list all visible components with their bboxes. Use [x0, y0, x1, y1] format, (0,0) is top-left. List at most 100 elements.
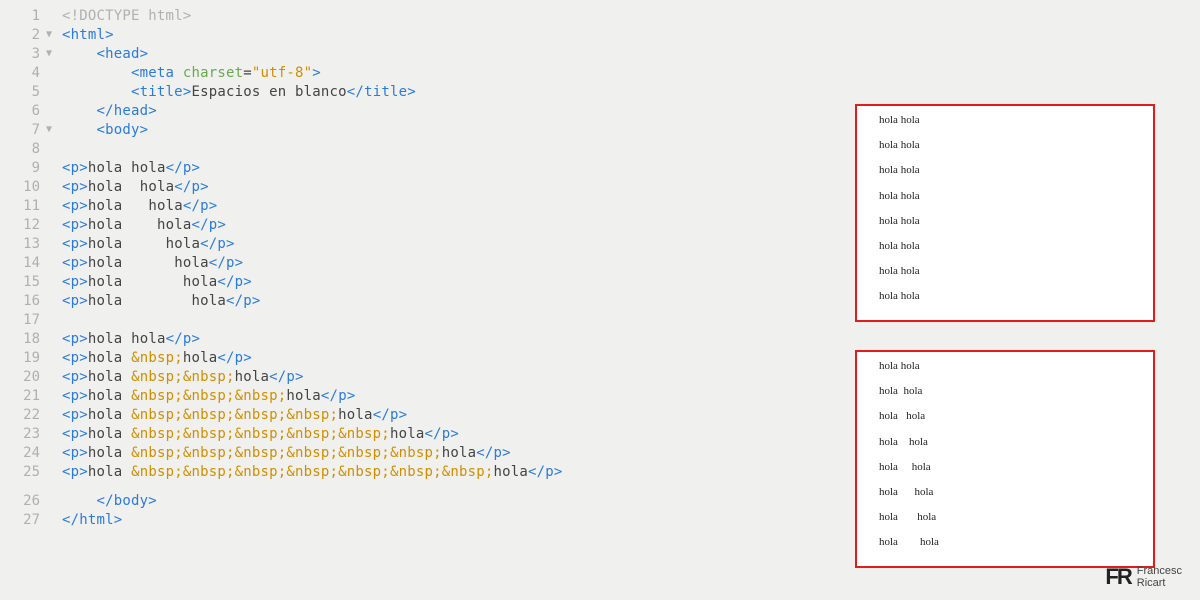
- code-line[interactable]: 11 <p>hola hola</p>: [0, 198, 720, 217]
- code-line[interactable]: 25<p>hola &nbsp;&nbsp;&nbsp;&nbsp;&nbsp;…: [0, 464, 720, 483]
- code-line[interactable]: 1<!DOCTYPE html>: [0, 8, 720, 27]
- code-line[interactable]: 9 <p>hola hola</p>: [0, 160, 720, 179]
- line-number: 2: [0, 27, 46, 43]
- code-line[interactable]: 4 <meta charset="utf-8">: [0, 65, 720, 84]
- rendered-paragraph: hola hola: [879, 114, 1139, 127]
- line-number: 12: [0, 217, 46, 233]
- fold-marker: [46, 369, 62, 371]
- fold-marker: [46, 198, 62, 200]
- code-content[interactable]: <!DOCTYPE html>: [62, 8, 191, 24]
- rendered-paragraph: hola hola: [879, 215, 1139, 228]
- rendered-paragraph: hola hola: [879, 164, 1139, 177]
- fold-marker: [46, 103, 62, 105]
- fold-marker[interactable]: ▼: [46, 27, 62, 40]
- line-number: 9: [0, 160, 46, 176]
- line-number: 7: [0, 122, 46, 138]
- fold-marker: [46, 388, 62, 390]
- code-line[interactable]: 3▼ <head>: [0, 46, 720, 65]
- fold-marker: [46, 445, 62, 447]
- code-line[interactable]: 8: [0, 141, 720, 160]
- code-line[interactable]: 22<p>hola &nbsp;&nbsp;&nbsp;&nbsp;hola</…: [0, 407, 720, 426]
- line-number: 20: [0, 369, 46, 385]
- code-content[interactable]: <p>hola hola</p>: [62, 274, 252, 290]
- code-line[interactable]: 26 </body>: [0, 493, 720, 512]
- fold-marker: [46, 236, 62, 238]
- line-number: 11: [0, 198, 46, 214]
- code-line[interactable]: 5 <title>Espacios en blanco</title>: [0, 84, 720, 103]
- code-line[interactable]: 17: [0, 312, 720, 331]
- code-line[interactable]: 19 <p>hola &nbsp;hola</p>: [0, 350, 720, 369]
- code-content[interactable]: <html>: [62, 27, 114, 43]
- code-line[interactable]: 14 <p>hola hola</p>: [0, 255, 720, 274]
- code-line[interactable]: 13<p>hola hola</p>: [0, 236, 720, 255]
- logo-mark: FR: [1105, 564, 1130, 590]
- code-line[interactable]: 6 </head>: [0, 103, 720, 122]
- rendered-paragraph: hola hola: [879, 360, 1139, 373]
- line-number: 27: [0, 512, 46, 528]
- code-content[interactable]: <title>Espacios en blanco</title>: [62, 84, 416, 100]
- fold-marker: [46, 141, 62, 143]
- fold-marker: [46, 407, 62, 409]
- fold-marker: [46, 464, 62, 466]
- line-number: 19: [0, 350, 46, 366]
- code-line[interactable]: 24 <p>hola &nbsp;&nbsp;&nbsp;&nbsp;&nbsp;…: [0, 445, 720, 464]
- code-content[interactable]: <p>hola hola</p>: [62, 331, 200, 347]
- rendered-paragraph: hola hola: [879, 511, 1139, 524]
- line-number: 15: [0, 274, 46, 290]
- rendered-paragraph: hola hola: [879, 240, 1139, 253]
- line-number: 24: [0, 445, 46, 461]
- code-content[interactable]: <p>hola hola</p>: [62, 198, 217, 214]
- code-line[interactable]: 15 <p>hola hola</p>: [0, 274, 720, 293]
- code-content[interactable]: <p>hola hola</p>: [62, 293, 261, 309]
- code-line[interactable]: 7▼ <body>: [0, 122, 720, 141]
- line-number: 16: [0, 293, 46, 309]
- code-line[interactable]: 27 </html>: [0, 512, 720, 531]
- line-number: 17: [0, 312, 46, 328]
- rendered-paragraph: hola hola: [879, 385, 1139, 398]
- code-line[interactable]: 20 <p>hola &nbsp;&nbsp;hola</p>: [0, 369, 720, 388]
- fold-marker: [46, 350, 62, 352]
- line-number: 4: [0, 65, 46, 81]
- rendered-paragraph: hola hola: [879, 486, 1139, 499]
- code-content[interactable]: <p>hola hola</p>: [62, 179, 209, 195]
- code-content[interactable]: <p>hola &nbsp;&nbsp;&nbsp;hola</p>: [62, 388, 355, 404]
- fold-marker: [46, 179, 62, 181]
- code-content[interactable]: <p>hola hola</p>: [62, 236, 235, 252]
- code-content[interactable]: <p>hola &nbsp;&nbsp;&nbsp;&nbsp;&nbsp;ho…: [62, 426, 459, 442]
- code-content[interactable]: <p>hola hola</p>: [62, 255, 243, 271]
- line-number: 10: [0, 179, 46, 195]
- code-content[interactable]: <p>hola &nbsp;&nbsp;&nbsp;&nbsp;hola</p>: [62, 407, 407, 423]
- code-content[interactable]: <p>hola &nbsp;&nbsp;&nbsp;&nbsp;&nbsp;&n…: [62, 464, 563, 480]
- code-content[interactable]: <p>hola &nbsp;&nbsp;hola</p>: [62, 369, 304, 385]
- line-number: 8: [0, 141, 46, 157]
- code-content[interactable]: </head>: [62, 103, 157, 119]
- code-line[interactable]: 10 <p>hola hola</p>: [0, 179, 720, 198]
- code-line[interactable]: 23<p>hola &nbsp;&nbsp;&nbsp;&nbsp;&nbsp;…: [0, 426, 720, 445]
- code-line[interactable]: 16 <p>hola hola</p>: [0, 293, 720, 312]
- code-content[interactable]: <p>hola hola</p>: [62, 217, 226, 233]
- rendered-paragraph: hola hola: [879, 461, 1139, 474]
- code-content[interactable]: </html>: [62, 512, 122, 528]
- line-number: 14: [0, 255, 46, 271]
- code-content[interactable]: <body>: [62, 122, 148, 138]
- code-line[interactable]: 18 <p>hola hola</p>: [0, 331, 720, 350]
- fold-marker[interactable]: ▼: [46, 122, 62, 135]
- fold-marker: [46, 65, 62, 67]
- code-content[interactable]: <p>hola &nbsp;hola</p>: [62, 350, 252, 366]
- rendered-paragraph: hola hola: [879, 139, 1139, 152]
- rendered-paragraph: hola hola: [879, 290, 1139, 303]
- code-line[interactable]: 12 <p>hola hola</p>: [0, 217, 720, 236]
- fold-marker[interactable]: ▼: [46, 46, 62, 59]
- line-number: 6: [0, 103, 46, 119]
- code-content[interactable]: <head>: [62, 46, 148, 62]
- render-output-collapsed-spaces: hola hola hola hola hola hola hola hola hola…: [855, 104, 1155, 322]
- code-content[interactable]: <meta charset="utf-8">: [62, 65, 321, 81]
- code-line[interactable]: 21<p>hola &nbsp;&nbsp;&nbsp;hola</p>: [0, 388, 720, 407]
- code-content[interactable]: <p>hola &nbsp;&nbsp;&nbsp;&nbsp;&nbsp;&n…: [62, 445, 511, 461]
- code-content[interactable]: </body>: [62, 493, 157, 509]
- code-content[interactable]: <p>hola hola</p>: [62, 160, 200, 176]
- line-number: 18: [0, 331, 46, 347]
- code-editor[interactable]: 1<!DOCTYPE html>2▼<html>3▼ <head>4 <meta…: [0, 8, 720, 531]
- code-line[interactable]: 2▼<html>: [0, 27, 720, 46]
- fold-marker: [46, 312, 62, 314]
